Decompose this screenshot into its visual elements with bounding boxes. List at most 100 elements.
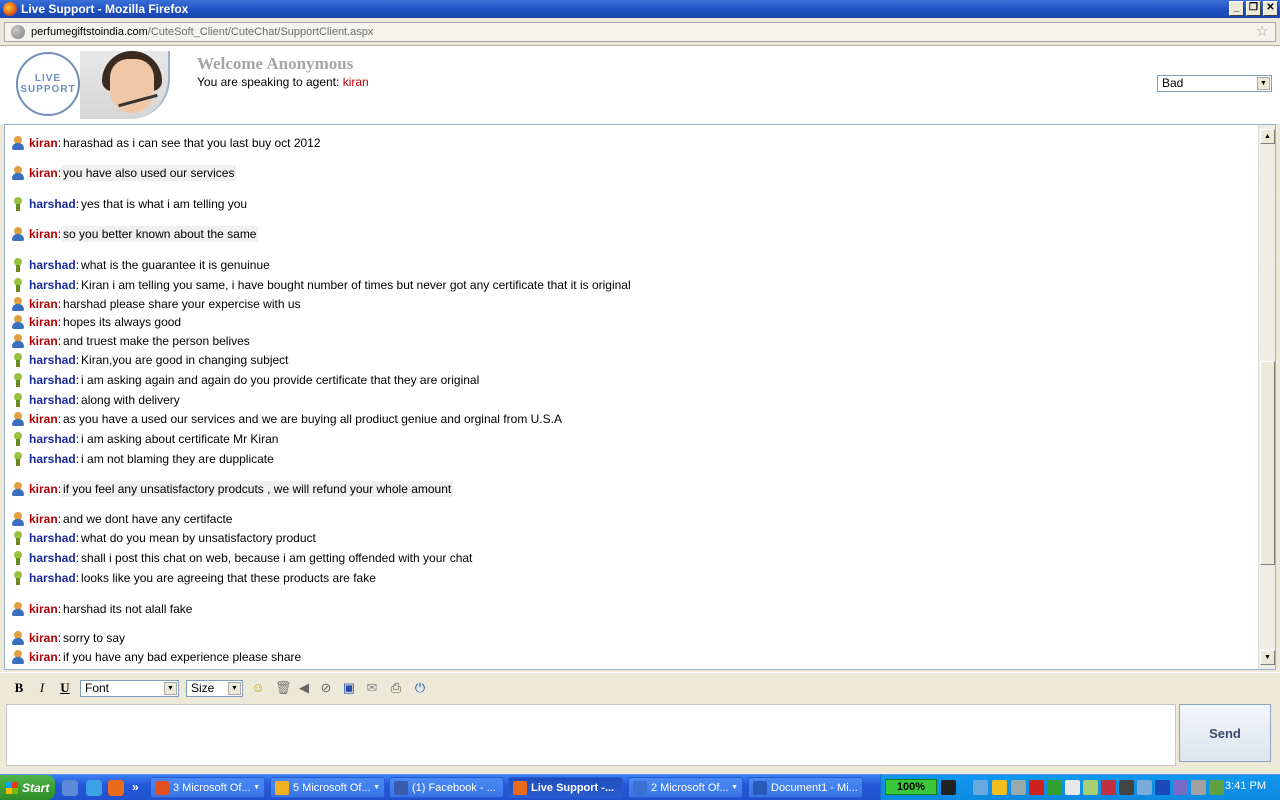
chat-message: kiran: as you have a used our services an… <box>11 410 564 428</box>
size-select[interactable]: Size ▼ <box>186 680 243 697</box>
message-text: i am asking about certificate Mr Kiran <box>81 432 279 446</box>
message-text: yes that is what i am telling you <box>81 197 248 211</box>
chevron-down-icon[interactable]: ▼ <box>164 682 177 695</box>
sync-icon[interactable] <box>1083 780 1098 795</box>
logo-line2: SUPPORT <box>20 84 76 95</box>
task-app-icon <box>275 780 289 795</box>
user-avatar-icon <box>11 432 25 446</box>
live-support-logo: LIVE SUPPORT <box>16 52 80 116</box>
user-avatar-icon <box>11 353 25 367</box>
chevron-down-icon[interactable]: ▼ <box>1257 77 1270 90</box>
power-icon[interactable]: ⏻ <box>412 680 428 696</box>
agent-avatar-icon <box>11 412 25 426</box>
app-tray-icon[interactable] <box>1173 780 1188 795</box>
volume-icon[interactable] <box>1011 780 1026 795</box>
trash-icon[interactable]: 🗑 <box>275 680 292 696</box>
scroll-thumb[interactable] <box>1260 361 1275 565</box>
message-sender: harshad <box>29 432 76 446</box>
chevron-right-icon[interactable]: » <box>132 780 148 796</box>
url-path: /CuteSoft_Client/CuteChat/SupportClient.… <box>147 26 374 38</box>
taskbar-task[interactable]: 3 Microsoft Of... ▼ <box>150 777 265 798</box>
message-sender: harshad <box>29 452 76 466</box>
message-text: harashad as i can see that you last buy … <box>63 136 321 150</box>
scroll-down-button[interactable]: ▼ <box>1260 650 1275 665</box>
task-label: 5 Microsoft Of... <box>293 781 371 794</box>
email-icon[interactable]: ✉ <box>364 680 380 696</box>
system-tray: 100% 3:41 PM <box>880 775 1280 800</box>
message-text: hopes its always good <box>63 315 182 329</box>
taskbar-task[interactable]: Live Support -... <box>508 777 623 798</box>
chat-message: kiran: you have also used our services <box>11 164 237 182</box>
font-select[interactable]: Font ▼ <box>80 680 179 697</box>
clock[interactable]: 3:41 PM <box>1225 780 1266 792</box>
chat-message: harshad: Kiran i am telling you same, i h… <box>11 276 633 294</box>
power-plug-icon[interactable] <box>941 780 956 795</box>
save-icon[interactable]: ▣ <box>341 680 357 696</box>
message-sender: kiran <box>29 166 58 180</box>
task-app-icon <box>155 780 169 795</box>
usb-icon[interactable] <box>1065 780 1080 795</box>
shield-icon[interactable] <box>1101 780 1116 795</box>
message-sender: harshad <box>29 571 76 585</box>
message-text: shall i post this chat on web, because i… <box>81 551 473 565</box>
print-icon[interactable]: ⎙ <box>388 680 404 696</box>
message-sender: kiran <box>29 297 58 311</box>
logo-line1: LIVE <box>34 73 62 84</box>
chat-message: harshad: what do you mean by unsatisfacto… <box>11 529 318 547</box>
security-icon[interactable] <box>1029 780 1044 795</box>
task-label: (1) Facebook - ... <box>412 781 496 794</box>
chevron-down-icon[interactable]: ▼ <box>373 784 380 791</box>
bluetooth-icon[interactable] <box>1155 780 1170 795</box>
speaker-icon[interactable]: ◀ <box>296 680 312 696</box>
show-desktop-icon[interactable] <box>62 780 78 796</box>
firefox-icon <box>3 2 17 16</box>
chat-message: harshad: what is the guarantee it is genu… <box>11 256 272 274</box>
taskbar-task[interactable]: 5 Microsoft Of... ▼ <box>270 777 385 798</box>
message-text: Kiran i am telling you same, i have boug… <box>81 278 631 292</box>
update-icon[interactable] <box>1047 780 1062 795</box>
messenger-icon[interactable] <box>992 780 1007 795</box>
spy-icon[interactable] <box>1119 780 1134 795</box>
message-sender: harshad <box>29 551 76 565</box>
task-label: Document1 - Mi... <box>771 781 858 794</box>
chat-scrollbar[interactable]: ▲ ▼ <box>1258 125 1275 669</box>
minimize-button[interactable]: _ <box>1229 1 1244 16</box>
battery-indicator[interactable]: 100% <box>885 779 937 795</box>
address-input[interactable]: perfumegiftstoindia.com /CuteSoft_Client… <box>4 22 1276 42</box>
chevron-down-icon[interactable]: ▼ <box>228 682 241 695</box>
send-button[interactable]: Send <box>1179 704 1271 762</box>
chat-transcript: kiran: harashad as i can see that you las… <box>4 124 1276 670</box>
rating-value: Bad <box>1162 76 1184 90</box>
agent-avatar-icon <box>11 315 25 329</box>
attach-icon[interactable]: ⊘ <box>318 680 334 696</box>
settings-tray-icon[interactable] <box>1191 780 1206 795</box>
close-button[interactable]: ✕ <box>1263 1 1278 16</box>
wifi-icon[interactable] <box>1137 780 1152 795</box>
taskbar-task[interactable]: Document1 - Mi... <box>748 777 863 798</box>
chevron-down-icon[interactable]: ▼ <box>253 784 260 791</box>
emoticon-icon[interactable]: ☺ <box>250 680 266 696</box>
bold-button[interactable]: B <box>12 679 26 697</box>
rating-select[interactable]: Bad ▼ <box>1157 75 1272 92</box>
chat-message: harshad: i am not blaming they are duppli… <box>11 450 276 468</box>
message-text: if you have any bad experience please sh… <box>63 650 302 664</box>
welcome-heading: Welcome Anonymous <box>197 54 354 73</box>
underline-button[interactable]: U <box>58 679 72 697</box>
bookmark-star-icon[interactable]: ☆ <box>1256 23 1269 41</box>
tray-misc-icon[interactable] <box>1209 780 1224 795</box>
taskbar-task[interactable]: (1) Facebook - ... <box>389 777 504 798</box>
site-identity-icon[interactable] <box>11 25 25 39</box>
chevron-down-icon[interactable]: ▼ <box>731 784 738 791</box>
message-list: kiran: harashad as i can see that you las… <box>5 125 1255 669</box>
scroll-up-button[interactable]: ▲ <box>1260 129 1275 144</box>
firefox-quicklaunch-icon[interactable] <box>108 780 124 796</box>
network-icon[interactable] <box>973 780 988 795</box>
maximize-button[interactable]: ❐ <box>1246 1 1261 16</box>
italic-button[interactable]: I <box>35 679 49 697</box>
taskbar-task[interactable]: 2 Microsoft Of... ▼ <box>628 777 743 798</box>
start-button[interactable]: Start <box>0 775 55 800</box>
message-sender: harshad <box>29 353 76 367</box>
message-input[interactable] <box>7 705 1175 765</box>
chat-message: harshad: Kiran,you are good in changing s… <box>11 351 291 369</box>
ie-icon[interactable] <box>86 780 102 796</box>
